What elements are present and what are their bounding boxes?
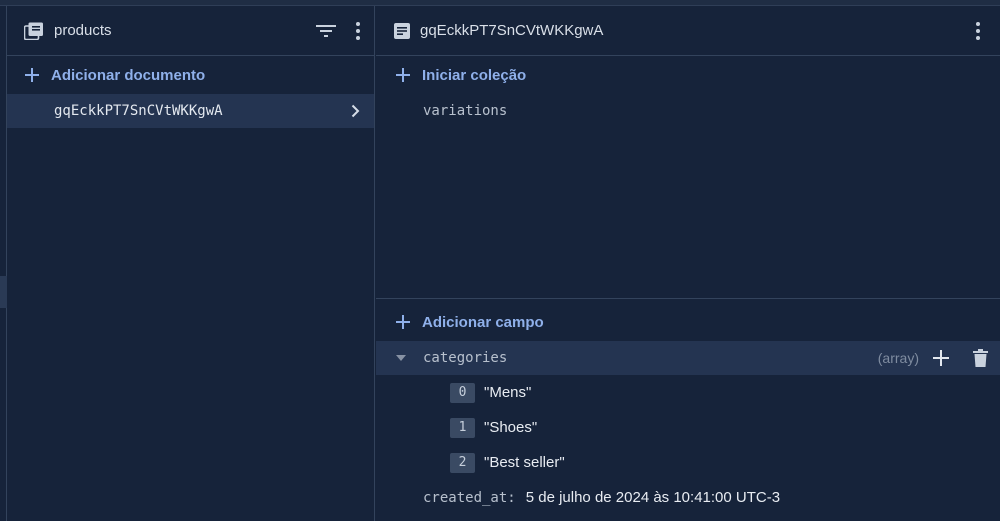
- plus-icon: [25, 68, 39, 82]
- field-key: created_at:: [423, 489, 516, 506]
- array-index: 1: [450, 417, 475, 438]
- fields-section: Adicionar campo categories (array) 0 "Me…: [376, 303, 1000, 515]
- left-edge-marker: [0, 276, 7, 308]
- start-collection-button[interactable]: Iniciar coleção: [376, 56, 1000, 94]
- array-value: "Shoes": [484, 419, 538, 436]
- array-value: "Mens": [484, 384, 532, 401]
- plus-icon: [396, 315, 410, 329]
- chevron-right-icon: [351, 104, 360, 118]
- field-type: (array): [877, 350, 919, 366]
- array-value: "Best seller": [484, 454, 565, 471]
- array-item[interactable]: 0 "Mens": [376, 375, 1000, 410]
- subcollection-item[interactable]: variations: [376, 94, 1000, 128]
- document-title: gqEckkPT7SnCVtWKKgwA: [420, 22, 604, 39]
- subcollection-name: variations: [423, 103, 508, 119]
- array-index: 0: [450, 382, 475, 403]
- document-panel: gqEckkPT7SnCVtWKKgwA Iniciar coleção var…: [376, 6, 1000, 521]
- field-key: categories: [423, 350, 508, 366]
- field-row-categories[interactable]: categories (array): [376, 341, 1000, 375]
- add-document-button[interactable]: Adicionar documento: [7, 56, 374, 94]
- panel-divider: [376, 298, 1000, 299]
- trash-icon[interactable]: [973, 349, 988, 367]
- more-vert-icon[interactable]: [976, 21, 980, 40]
- collection-icon: [24, 22, 44, 40]
- add-field-label: Adicionar campo: [422, 313, 544, 331]
- array-index: 2: [450, 452, 475, 473]
- add-document-label: Adicionar documento: [51, 66, 206, 84]
- document-icon: [394, 22, 410, 39]
- more-vert-icon[interactable]: [356, 21, 360, 40]
- array-item[interactable]: 2 "Best seller": [376, 445, 1000, 480]
- collection-title: products: [54, 22, 112, 39]
- document-id: gqEckkPT7SnCVtWKKgwA: [54, 103, 223, 119]
- field-row-created-at[interactable]: created_at: 5 de julho de 2024 às 10:41:…: [376, 480, 1000, 515]
- field-value: 5 de julho de 2024 às 10:41:00 UTC-3: [525, 489, 781, 506]
- filter-icon[interactable]: [316, 24, 336, 38]
- left-edge-strip: [0, 6, 7, 521]
- document-header: gqEckkPT7SnCVtWKKgwA: [376, 6, 1000, 56]
- start-collection-label: Iniciar coleção: [422, 66, 527, 84]
- plus-icon[interactable]: [933, 350, 949, 366]
- collection-header: products: [7, 6, 374, 56]
- plus-icon: [396, 68, 410, 82]
- add-field-button[interactable]: Adicionar campo: [376, 303, 1000, 341]
- array-item[interactable]: 1 "Shoes": [376, 410, 1000, 445]
- collection-panel: products Adicionar documento gqEckkPT7Sn…: [7, 6, 375, 521]
- caret-down-icon[interactable]: [396, 353, 406, 363]
- document-list-item[interactable]: gqEckkPT7SnCVtWKKgwA: [7, 94, 374, 128]
